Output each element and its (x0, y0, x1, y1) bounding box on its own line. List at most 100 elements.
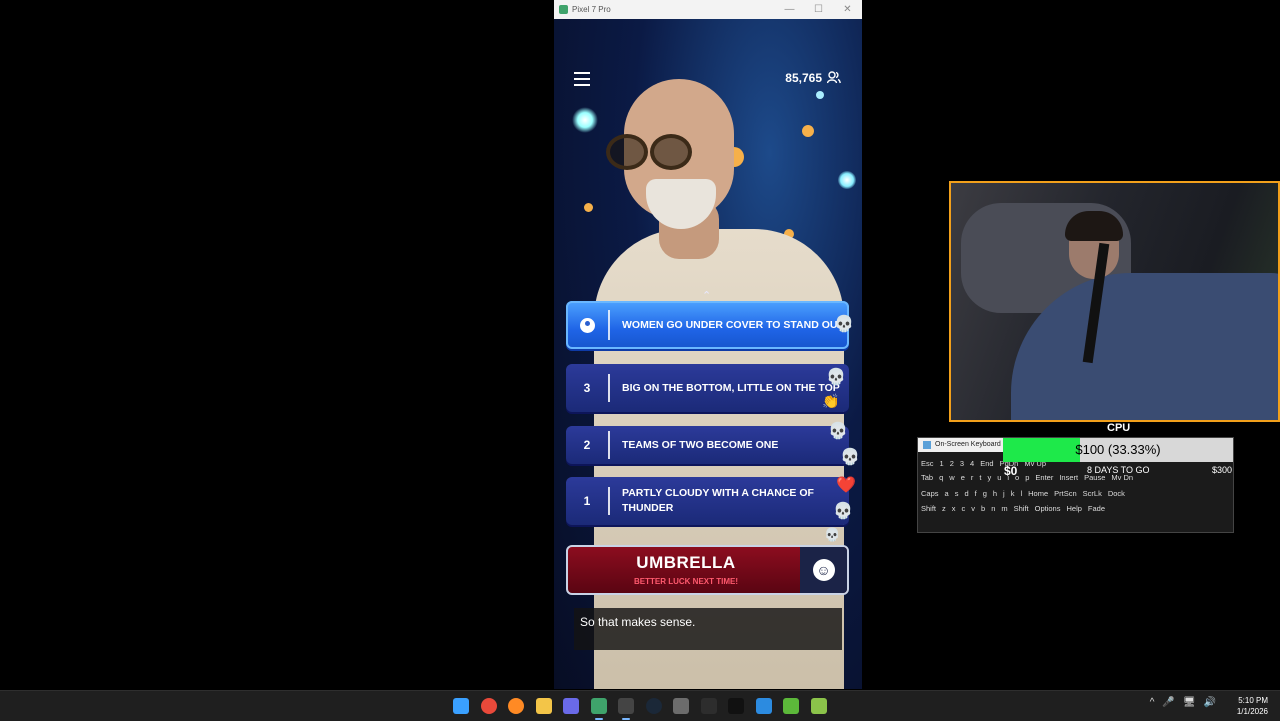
key[interactable]: n (991, 504, 995, 513)
key[interactable]: Home (1028, 489, 1048, 498)
map-light (838, 171, 856, 189)
key[interactable]: 4 (970, 459, 974, 468)
goal-max-label: $300 (1212, 465, 1233, 475)
system-tray[interactable]: ^ 🎤 🖥 🔊 (1150, 697, 1216, 708)
steam-icon[interactable] (645, 698, 662, 714)
key[interactable]: 1 (940, 459, 944, 468)
skull-reaction-icon: 💀 (826, 369, 846, 386)
android-emulator-icon[interactable] (590, 698, 607, 720)
clap-reaction-icon: 👏 (822, 393, 840, 409)
firefox-icon[interactable] (508, 698, 524, 714)
chrome-icon[interactable] (480, 698, 497, 714)
key[interactable]: w (949, 473, 954, 482)
goal-progress-text: $100 (33.33%) (1075, 442, 1161, 457)
map-light (816, 91, 824, 99)
key[interactable]: Shift (1014, 504, 1029, 513)
goal-progress-bar: $100 (33.33%) (1003, 438, 1233, 462)
answer-card[interactable]: WOMEN GO UNDER COVER TO STAND OUT (566, 301, 849, 349)
final-answer-card[interactable]: UMBRELLA BETTER LUCK NEXT TIME! ☺ (566, 545, 849, 595)
cpu-label: CPU (1107, 422, 1131, 434)
network-icon[interactable]: 🖥 (1183, 697, 1196, 708)
key[interactable]: Esc (921, 459, 934, 468)
final-answer-text: UMBRELLA (636, 553, 736, 572)
key[interactable]: l (1020, 489, 1022, 498)
key[interactable]: Shift (921, 504, 936, 513)
media-player-icon[interactable] (563, 698, 579, 714)
calculator-icon[interactable] (673, 698, 689, 714)
answer-card[interactable]: 1 PARTLY CLOUDY WITH A CHANCE OF THUNDER (566, 477, 849, 525)
skull-reaction-icon: 💀 (833, 503, 853, 520)
answer-text: TEAMS OF TWO BECOME ONE (622, 438, 779, 451)
reaction-button[interactable]: ☺ (800, 547, 847, 593)
key[interactable]: q (939, 473, 943, 482)
key[interactable]: 2 (950, 459, 954, 468)
minimize-button[interactable]: — (775, 4, 804, 15)
volume-icon[interactable]: 🔊 (1204, 697, 1216, 708)
key[interactable]: v (971, 504, 975, 513)
viewers-icon (827, 71, 841, 84)
key[interactable]: Dock (1108, 489, 1125, 498)
key[interactable]: z (942, 504, 946, 513)
key[interactable]: p (1025, 473, 1029, 482)
answer-card[interactable]: 2 TEAMS OF TWO BECOME ONE (566, 426, 849, 464)
emulator-title: Pixel 7 Pro (572, 5, 611, 14)
obs-icon[interactable] (618, 698, 634, 720)
key[interactable]: u (997, 473, 1001, 482)
key[interactable]: b (981, 504, 985, 513)
key[interactable]: h (993, 489, 997, 498)
emulator-app-icon (559, 5, 568, 14)
key[interactable]: m (1001, 504, 1007, 513)
tracker-icon[interactable] (783, 698, 799, 714)
key[interactable]: ScrLk (1083, 489, 1102, 498)
answer-card[interactable]: 3 BIG ON THE BOTTOM, LITTLE ON THE TOP (566, 364, 849, 412)
close-button[interactable]: ✕ (833, 4, 862, 15)
emulator-titlebar[interactable]: Pixel 7 Pro — ☐ ✕ (554, 0, 862, 19)
ccleaner-icon[interactable] (755, 698, 772, 714)
taskbar: ^ 🎤 🖥 🔊 5:10 PM 1/1/2026 (0, 690, 1280, 721)
key[interactable]: Enter (1035, 473, 1053, 482)
key[interactable]: r (971, 473, 974, 482)
key[interactable]: Options (1035, 504, 1061, 513)
key[interactable]: Caps (921, 489, 939, 498)
key[interactable]: Help (1066, 504, 1081, 513)
key[interactable]: Tab (921, 473, 933, 482)
game-video-stage: 85,765 ⌃ WOMEN GO UNDER COVER TO STAND O… (554, 19, 862, 689)
key[interactable]: Fade (1088, 504, 1105, 513)
answer-rank: 3 (566, 374, 610, 402)
key[interactable]: f (975, 489, 977, 498)
caption: So that makes sense. (574, 608, 842, 650)
key[interactable]: PrtScn (1054, 489, 1077, 498)
key[interactable]: d (964, 489, 968, 498)
key[interactable]: y (987, 473, 991, 482)
key[interactable]: j (1003, 489, 1005, 498)
windows-start-icon[interactable] (453, 698, 469, 714)
answer-text: PARTLY CLOUDY WITH A CHANCE OF THUNDER (622, 487, 814, 514)
answer-rank: 1 (566, 487, 610, 515)
key[interactable]: 3 (960, 459, 964, 468)
key[interactable]: k (1011, 489, 1015, 498)
key[interactable]: c (962, 504, 966, 513)
key[interactable]: a (945, 489, 949, 498)
key[interactable]: t (979, 473, 981, 482)
key-row[interactable]: Caps a s d f g h j k l Home PrtScn ScrLk Dock (921, 489, 1131, 498)
terminal-icon[interactable] (700, 698, 717, 714)
key[interactable]: g (983, 489, 987, 498)
show-hidden-icon[interactable]: ^ (1150, 697, 1155, 708)
file-explorer-icon[interactable] (535, 698, 552, 714)
microphone-icon[interactable]: 🎤 (1162, 697, 1174, 708)
app-icon[interactable] (810, 698, 827, 714)
skull-reaction-icon: 💀 (840, 449, 860, 466)
key[interactable]: End (980, 459, 993, 468)
key[interactable]: e (961, 473, 965, 482)
menu-icon[interactable] (574, 72, 590, 90)
capcut-icon[interactable] (728, 698, 744, 714)
maximize-button[interactable]: ☐ (804, 4, 833, 15)
skull-reaction-icon: 💀 (824, 527, 841, 542)
clock[interactable]: 5:10 PM 1/1/2026 (1237, 695, 1268, 717)
key[interactable]: s (955, 489, 959, 498)
key[interactable]: Insert (1059, 473, 1078, 482)
webcam-feed (949, 181, 1280, 422)
key[interactable]: x (952, 504, 956, 513)
host-glasses (606, 134, 746, 170)
key-row[interactable]: Shift z x c v b n m Shift Options Help Fade (921, 504, 1111, 513)
